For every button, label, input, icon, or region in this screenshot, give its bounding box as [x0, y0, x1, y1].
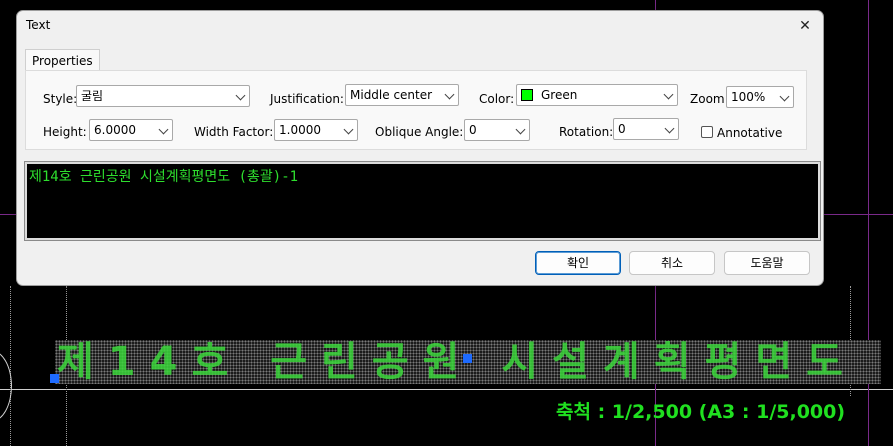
dotted-line-1: [10, 286, 11, 446]
width-factor-combo[interactable]: 1.0000: [274, 119, 358, 141]
chevron-down-icon: [664, 123, 675, 134]
properties-panel: Style: 굴림 Justification: Middle center C…: [25, 70, 807, 150]
zoom-combo[interactable]: 100%: [726, 86, 794, 108]
cancel-button[interactable]: 취소: [629, 251, 715, 275]
style-label: Style:: [43, 92, 78, 106]
color-swatch: [521, 89, 533, 101]
ok-button[interactable]: 확인: [535, 251, 621, 275]
tab-properties[interactable]: Properties: [25, 49, 100, 71]
color-label: Color:: [479, 92, 515, 106]
justification-label: Justification:: [270, 92, 344, 106]
rotation-combo[interactable]: 0: [613, 118, 679, 140]
close-button[interactable]: ✕: [793, 15, 817, 37]
width-factor-label: Width Factor:: [194, 125, 274, 139]
width-factor-value: 1.0000: [279, 123, 321, 137]
guide-line-horizontal-2: [0, 389, 893, 390]
chevron-down-icon: [779, 91, 790, 102]
oblique-angle-combo[interactable]: 0: [464, 119, 530, 141]
grip-middle-point[interactable]: [463, 354, 472, 363]
style-value: 굴림: [81, 89, 104, 103]
oblique-angle-label: Oblique Angle:: [375, 125, 464, 139]
close-icon: ✕: [799, 18, 811, 34]
scale-text[interactable]: 축척 : 1/2,500 (A3 : 1/5,000): [556, 397, 845, 424]
height-combo[interactable]: 6.0000: [89, 119, 173, 141]
dialog-titlebar[interactable]: Text ✕: [17, 11, 823, 41]
chevron-down-icon: [444, 89, 455, 100]
grip-insertion-point[interactable]: [50, 374, 59, 383]
rotation-label: Rotation:: [559, 125, 614, 139]
chevron-down-icon: [235, 90, 246, 101]
dialog-title: Text: [26, 18, 51, 32]
justification-combo[interactable]: Middle center: [345, 84, 459, 106]
text-dialog: Text ✕ Properties Style: 굴림 Justificatio…: [16, 10, 824, 286]
style-combo[interactable]: 굴림: [76, 85, 250, 107]
justification-value: Middle center: [350, 88, 433, 102]
zoom-label: Zoom:: [690, 92, 729, 106]
chevron-down-icon: [343, 124, 354, 135]
chevron-down-icon: [515, 124, 526, 135]
chevron-down-icon: [158, 124, 169, 135]
annotative-checkbox[interactable]: [701, 126, 713, 138]
editor-text: 제14호 근린공원 시설계획평면도 (총괄)-1: [29, 169, 299, 185]
color-value: Green: [541, 88, 578, 102]
height-value: 6.0000: [94, 123, 136, 137]
height-label: Height:: [43, 125, 87, 139]
chevron-down-icon: [663, 89, 674, 100]
color-combo[interactable]: Green: [516, 84, 678, 106]
help-button[interactable]: 도움말: [724, 251, 810, 275]
annotative-label[interactable]: Annotative: [717, 123, 782, 143]
zoom-value: 100%: [731, 90, 766, 104]
text-editor[interactable]: 제14호 근린공원 시설계획평면도 (총괄)-1: [24, 161, 821, 241]
oblique-angle-value: 0: [469, 123, 477, 137]
rotation-value: 0: [618, 122, 626, 136]
